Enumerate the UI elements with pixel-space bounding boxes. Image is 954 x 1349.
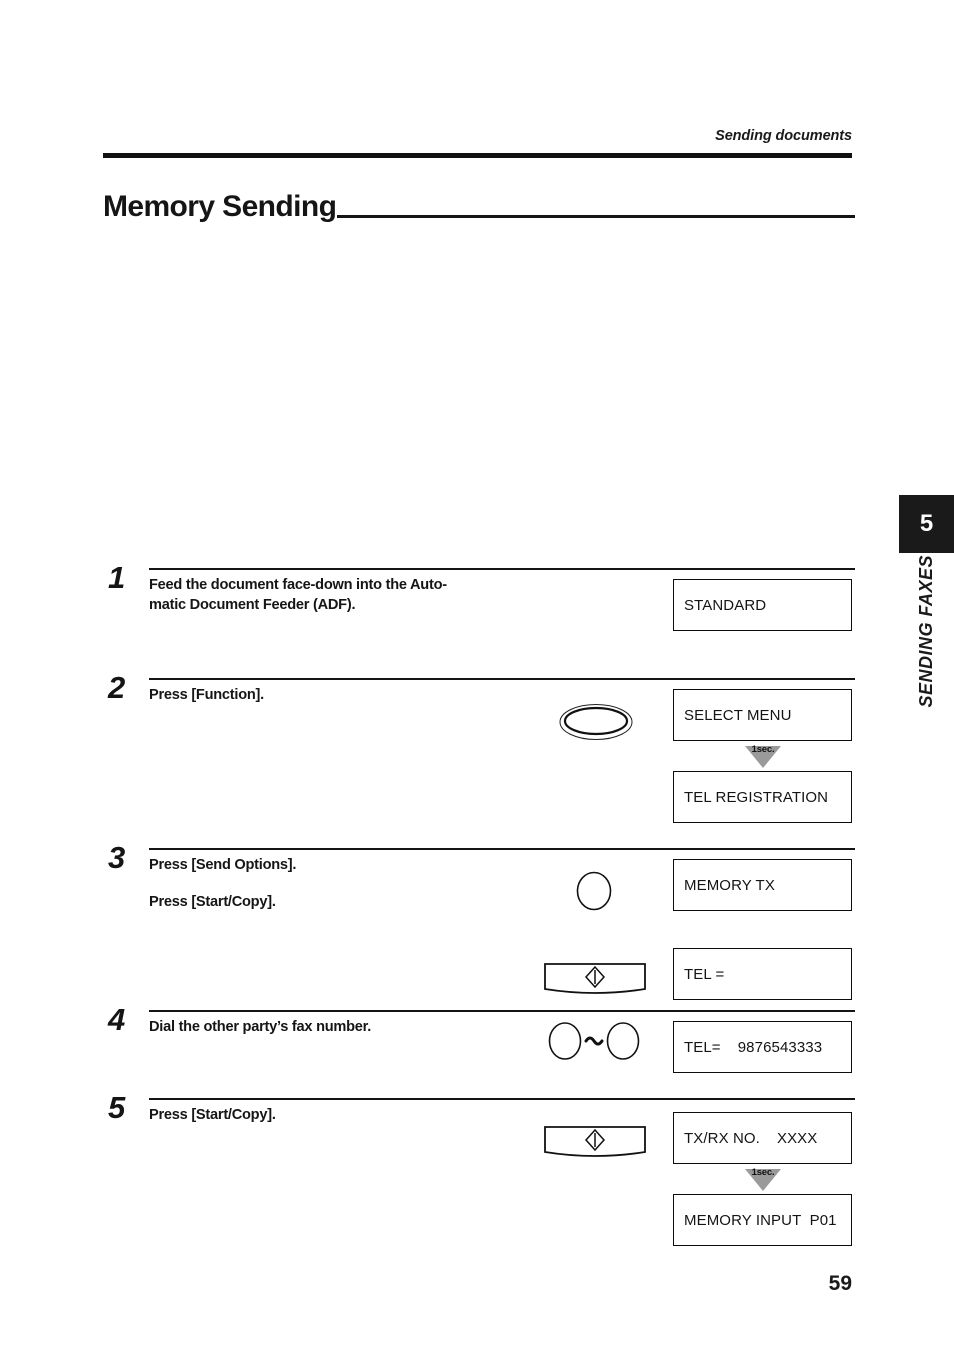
send-options-key-icon [576, 871, 612, 911]
chapter-tab-number: 5 [899, 495, 954, 553]
lcd-display: TEL= 9876543333 [673, 1021, 852, 1073]
lcd-display: MEMORY TX [673, 859, 852, 911]
lcd-display: TEL = [673, 948, 852, 1000]
step-instruction-line: Press [Start/Copy]. [149, 893, 276, 910]
step-instruction-line: Feed the document face-down into the Aut… [149, 577, 447, 593]
step-instruction-line: matic Document Feeder (ADF). [149, 596, 356, 613]
lcd-display: MEMORY INPUT P01 [673, 1194, 852, 1246]
one-second-label: 1sec. [751, 1167, 775, 1178]
chapter-tab-label: SENDING FAXES [899, 555, 954, 785]
chapter-tab-label-text: SENDING FAXES [916, 555, 936, 708]
numeric-keys-range-icon [548, 1021, 640, 1061]
manual-page: Sending documents Memory Sending 5 SENDI… [0, 0, 954, 1349]
step-divider [149, 678, 855, 680]
step-instruction: Press [Function]. [149, 686, 619, 706]
step-divider [149, 1010, 855, 1012]
lcd-display: SELECT MENU [673, 689, 852, 741]
step-number: 5 [108, 1090, 126, 1125]
step-instruction-line: Press [Start/Copy]. [149, 1107, 276, 1123]
page-title: Memory Sending [103, 190, 337, 223]
running-head: Sending documents [715, 128, 852, 144]
step-divider [149, 848, 855, 850]
page-number: 59 [828, 1272, 852, 1295]
step-number: 4 [108, 1002, 126, 1037]
one-second-arrow-icon: 1sec. [733, 1167, 793, 1193]
lcd-display: STANDARD [673, 579, 852, 631]
section-title-block: Memory Sending [103, 192, 855, 222]
lcd-display: TX/RX NO. XXXX [673, 1112, 852, 1164]
start-copy-key-icon [543, 961, 647, 995]
function-key-icon [559, 703, 633, 741]
step-number: 1 [108, 560, 126, 595]
lcd-display: TEL REGISTRATION [673, 771, 852, 823]
step-instruction: Feed the document face-down into the Aut… [149, 576, 619, 615]
title-underline-rule [337, 215, 855, 218]
step-instruction-line: Press [Send Options]. [149, 857, 297, 873]
header-rule [103, 153, 852, 158]
one-second-arrow-icon: 1sec. [733, 744, 793, 770]
one-second-label: 1sec. [751, 744, 775, 755]
step-divider [149, 1098, 855, 1100]
start-copy-key-icon [543, 1124, 647, 1158]
step-number: 2 [108, 670, 126, 705]
step-instruction: Press [Send Options]. Press [Start/Copy]… [149, 856, 619, 912]
step-number: 3 [108, 840, 126, 875]
step-divider [149, 568, 855, 570]
step-instruction: Press [Start/Copy]. [149, 1106, 619, 1126]
step-instruction-line: Press [Function]. [149, 687, 264, 703]
